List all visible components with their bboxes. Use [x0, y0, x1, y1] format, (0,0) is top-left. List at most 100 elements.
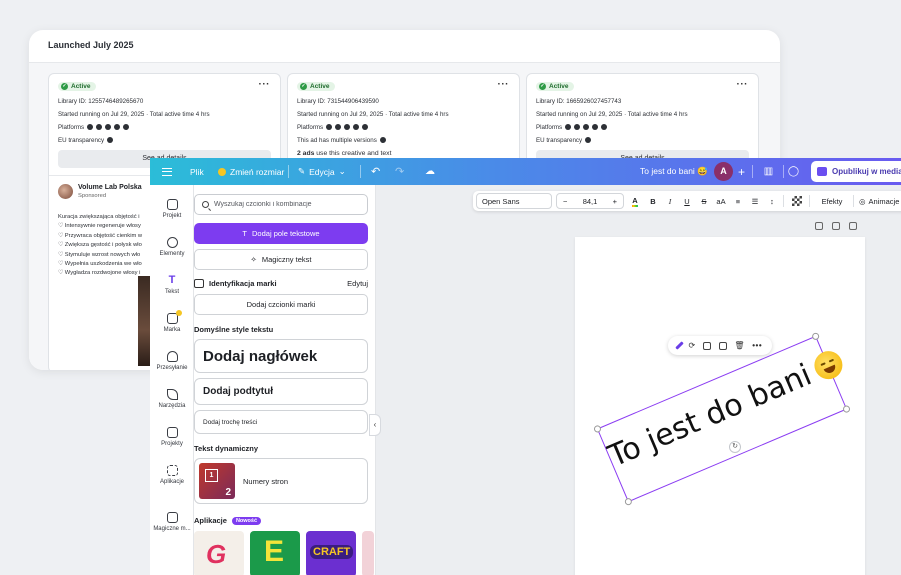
document-title[interactable]: To jest do bani 😅: [640, 158, 708, 185]
library-id: Library ID: 1255746489265670: [58, 98, 144, 105]
eu-transparency[interactable]: EU transparency: [536, 137, 592, 144]
search-input[interactable]: [214, 201, 354, 208]
resize-button[interactable]: Zmień rozmiar: [218, 158, 284, 185]
italic-button[interactable]: I: [662, 191, 678, 211]
effects-button[interactable]: Efekty: [814, 191, 850, 211]
add-heading-button[interactable]: Dodaj nagłówek: [194, 339, 368, 373]
more-options-icon[interactable]: •••: [752, 341, 762, 350]
instagram-icon: [335, 124, 342, 131]
animate-button[interactable]: ◎ Animacje: [859, 191, 901, 211]
analytics-icon[interactable]: ▥: [759, 162, 778, 181]
advertiser[interactable]: Volume Lab Polska Sponsored: [58, 184, 142, 199]
info-icon[interactable]: [107, 137, 114, 144]
undo-icon[interactable]: ↶: [371, 158, 380, 185]
search-icon: [202, 201, 209, 208]
advertiser-name[interactable]: Volume Lab Polska: [78, 184, 142, 191]
divider: [853, 195, 854, 207]
file-menu[interactable]: Plik: [190, 158, 204, 185]
rotate-handle[interactable]: ↻: [729, 441, 741, 453]
pencil-icon: ✎: [298, 166, 306, 176]
eu-transparency[interactable]: EU transparency: [58, 137, 114, 144]
folder-icon: [166, 427, 178, 438]
comment-icon[interactable]: ◯: [784, 162, 803, 181]
rail-item-tools[interactable]: Narzędzia: [150, 389, 194, 409]
rail-item-elements[interactable]: Elementy: [150, 237, 194, 257]
refresh-icon[interactable]: ⟳: [689, 341, 696, 350]
check-icon: ✓: [539, 83, 546, 90]
transparency-icon: [792, 196, 802, 206]
crown-icon: [218, 167, 226, 176]
check-icon: ✓: [300, 83, 307, 90]
decrease-size-button[interactable]: −: [563, 197, 567, 206]
more-options-icon[interactable]: ···: [259, 79, 271, 90]
add-textbox-button[interactable]: T Dodaj pole tekstowe: [194, 223, 368, 244]
facebook-icon: [565, 124, 572, 131]
trash-icon[interactable]: 🗑: [734, 341, 744, 350]
lock-icon[interactable]: [815, 222, 823, 230]
rail-item-design[interactable]: Projekt: [150, 199, 194, 219]
app-tile[interactable]: G: [194, 531, 244, 575]
threads-icon: [362, 124, 369, 131]
rail-item-projects[interactable]: Projekty: [150, 427, 194, 447]
hamburger-icon: [162, 167, 172, 176]
more-options-icon[interactable]: ···: [737, 79, 749, 90]
increase-size-button[interactable]: +: [613, 197, 617, 206]
edit-mode-dropdown[interactable]: ✎ Edycja ⌄: [298, 158, 346, 185]
magic-write-icon[interactable]: [675, 341, 684, 350]
rail-item-brand[interactable]: Marka: [150, 310, 194, 333]
text-color-button[interactable]: A: [627, 191, 643, 211]
edit-brand-link[interactable]: Edytuj: [347, 279, 368, 288]
font-family-dropdown[interactable]: Open Sans: [476, 193, 552, 209]
text-panel: TDodaj pole tekstowe ✧Magiczny tekst Ide…: [194, 185, 376, 575]
rail-item-uploads[interactable]: Przesyłanie: [150, 351, 194, 371]
cloud-sync-icon[interactable]: ☁: [425, 158, 435, 185]
rail-item-apps[interactable]: Aplikacje: [150, 465, 194, 485]
status-badge: ✓ Active: [536, 82, 574, 91]
rail-item-text[interactable]: T Tekst: [150, 274, 194, 296]
app-tile[interactable]: E: [250, 531, 300, 575]
line-spacing-icon[interactable]: ↕: [764, 191, 780, 211]
text-icon: T: [168, 274, 176, 286]
library-id: Library ID: 731544906439590: [297, 98, 379, 105]
app-tile[interactable]: CRAFT: [306, 531, 356, 575]
transparency-button[interactable]: [789, 191, 805, 211]
font-size-stepper[interactable]: − 84,1 +: [556, 193, 624, 209]
add-subheading-button[interactable]: Dodaj podtytuł: [194, 378, 368, 405]
more-options-icon[interactable]: ···: [498, 79, 510, 90]
font-search[interactable]: [194, 194, 368, 215]
duplicate-icon[interactable]: [718, 341, 727, 350]
add-page-icon[interactable]: [849, 222, 857, 230]
list-icon[interactable]: ☰: [747, 191, 763, 211]
top-bar: Plik Zmień rozmiar ✎ Edycja ⌄ ↶ ↷ ☁ To jes…: [150, 158, 901, 185]
instagram-icon: [96, 124, 103, 131]
collapse-panel-button[interactable]: ‹: [369, 414, 381, 436]
letter-case-button[interactable]: aA: [713, 191, 729, 211]
rail-item-magic-media[interactable]: Magiczne m...: [150, 512, 194, 532]
upload-cloud-icon: [166, 351, 178, 362]
duplicate-page-icon[interactable]: [832, 222, 840, 230]
info-icon[interactable]: [379, 137, 386, 144]
add-body-text-button[interactable]: Dodaj trochę treści: [194, 410, 368, 434]
invite-plus-button[interactable]: +: [738, 158, 745, 185]
align-center-icon[interactable]: ≡: [730, 191, 746, 211]
font-size-value[interactable]: 84,1: [583, 197, 598, 206]
messenger-icon: [353, 124, 360, 131]
info-icon[interactable]: [585, 137, 592, 144]
layout-icon: [166, 199, 178, 210]
menu-button[interactable]: [162, 158, 172, 185]
add-brand-fonts-button[interactable]: Dodaj czcionki marki: [194, 294, 368, 315]
platforms-row: Platforms: [58, 124, 130, 131]
audience-network-icon: [583, 124, 590, 131]
lock-icon[interactable]: [702, 341, 711, 350]
redo-icon[interactable]: ↷: [395, 158, 404, 185]
page-numbers-card[interactable]: 12 Numery stron: [194, 458, 368, 504]
underline-button[interactable]: U: [679, 191, 695, 211]
account-avatar[interactable]: A: [714, 158, 733, 185]
magic-text-button[interactable]: ✧ Magiczny tekst: [194, 249, 368, 270]
bold-button[interactable]: B: [645, 191, 661, 211]
strikethrough-button[interactable]: S: [696, 191, 712, 211]
text-toolbar: Open Sans − 84,1 + A B I U S aA ≡ ☰ ↕ Efek…: [473, 191, 901, 211]
app-tile[interactable]: [362, 531, 374, 575]
pen-tool-icon: [166, 389, 178, 400]
publish-button[interactable]: Opublikuj w mediach: [811, 161, 901, 182]
